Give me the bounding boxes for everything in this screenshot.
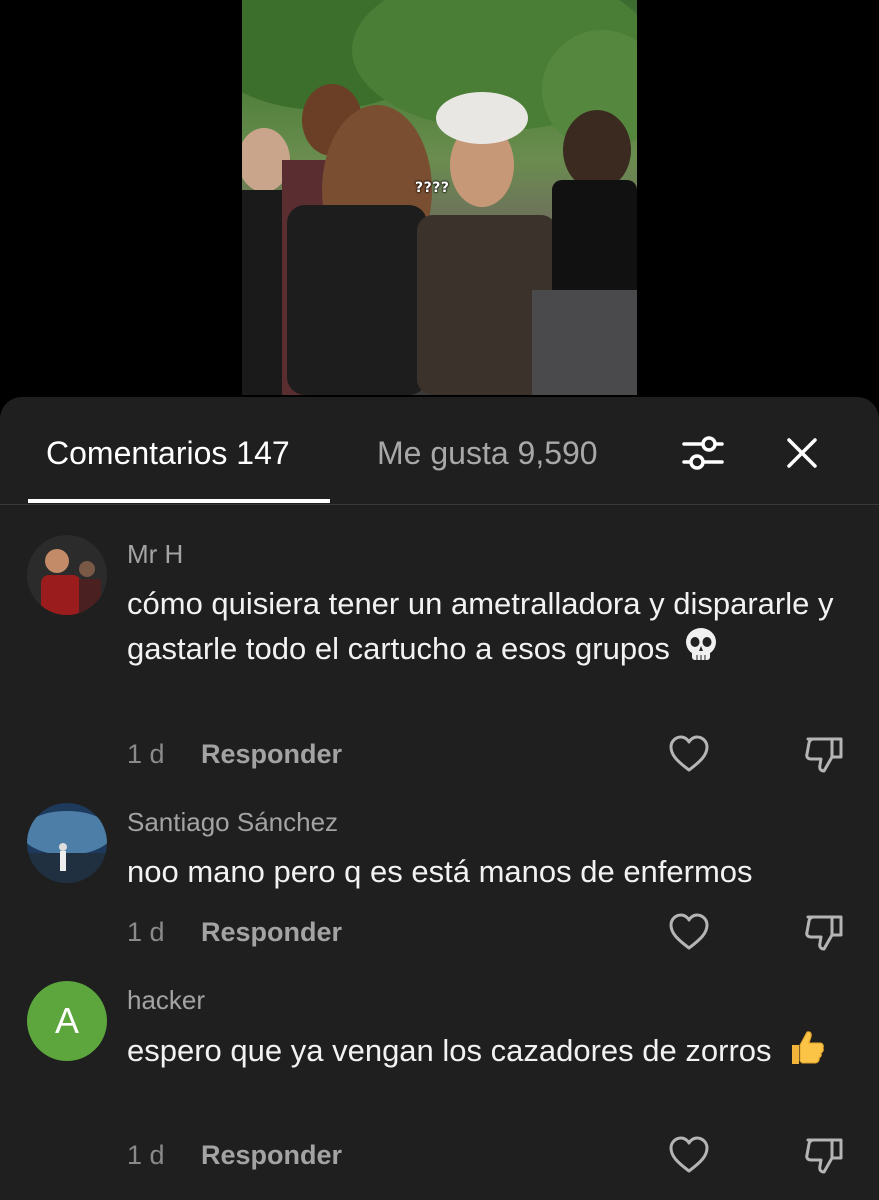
comment-username[interactable]: Mr H xyxy=(127,539,183,570)
sliders-icon xyxy=(682,436,724,470)
avatar[interactable]: A xyxy=(27,981,107,1061)
thumbs-down-icon xyxy=(805,1138,843,1174)
thumbs-up-emoji-icon xyxy=(786,1027,826,1079)
comment-timestamp: 1 d xyxy=(127,739,165,769)
comment-text: noo mano pero q es está manos de enfermo… xyxy=(127,849,857,894)
filter-button[interactable] xyxy=(681,431,725,475)
comment-timestamp: 1 d xyxy=(127,1140,165,1170)
comment-text: cómo quisiera tener un ametralladora y d… xyxy=(127,581,857,675)
reply-button[interactable]: Responder xyxy=(201,917,342,948)
user-photo-icon xyxy=(27,535,107,615)
video-caption: ???? xyxy=(415,180,450,196)
close-icon xyxy=(787,438,817,468)
like-button[interactable] xyxy=(667,911,711,955)
comment-timestamp: 1 d xyxy=(127,917,165,947)
comments-sheet: Comentarios 147 Me gusta 9,590 Mr H cómo… xyxy=(0,397,879,1200)
avatar[interactable] xyxy=(27,803,107,883)
heart-icon xyxy=(669,913,709,950)
tab-comments[interactable]: Comentarios 147 xyxy=(46,435,290,472)
reply-button[interactable]: Responder xyxy=(201,739,342,770)
video-area: ???? xyxy=(0,0,879,420)
thumbs-down-icon xyxy=(805,915,843,951)
close-button[interactable] xyxy=(780,431,824,475)
avatar[interactable] xyxy=(27,535,107,615)
comment-text-body: espero que ya vengan los cazadores de zo… xyxy=(127,1033,772,1069)
thumbs-down-icon xyxy=(805,737,843,773)
video-frame[interactable]: ???? xyxy=(242,0,637,395)
like-button[interactable] xyxy=(667,1134,711,1178)
comment-username[interactable]: hacker xyxy=(127,985,205,1016)
comment-text-body: cómo quisiera tener un ametralladora y d… xyxy=(127,586,834,666)
active-tab-indicator xyxy=(28,499,330,503)
comment-username[interactable]: Santiago Sánchez xyxy=(127,807,338,838)
video-scene xyxy=(242,0,637,395)
dislike-button[interactable] xyxy=(802,911,846,955)
comment-text-body: noo mano pero q es está manos de enfermo… xyxy=(127,854,753,889)
dislike-button[interactable] xyxy=(802,1134,846,1178)
comment-text: espero que ya vengan los cazadores de zo… xyxy=(127,1027,857,1079)
heart-icon xyxy=(669,1136,709,1173)
user-photo-icon xyxy=(27,803,107,883)
reply-button[interactable]: Responder xyxy=(201,1140,342,1171)
tab-likes[interactable]: Me gusta 9,590 xyxy=(377,435,598,472)
dislike-button[interactable] xyxy=(802,733,846,777)
skull-emoji-icon xyxy=(684,627,718,675)
like-button[interactable] xyxy=(667,733,711,777)
heart-icon xyxy=(669,735,709,772)
tab-bar: Comentarios 147 Me gusta 9,590 xyxy=(0,397,879,505)
